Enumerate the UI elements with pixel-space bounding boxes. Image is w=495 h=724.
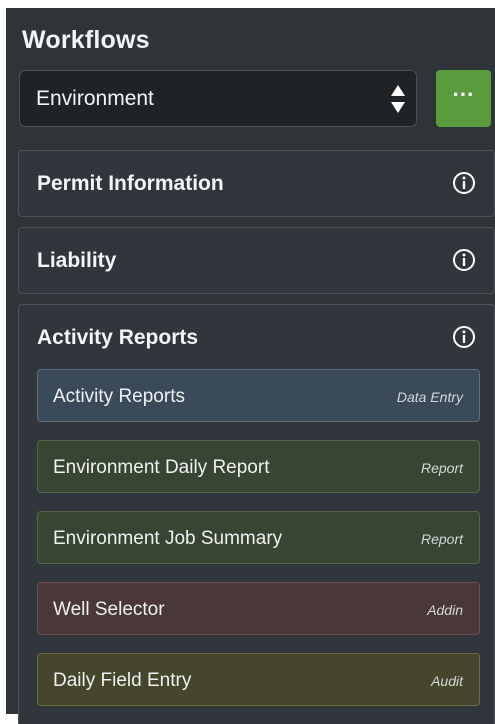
item-label: Well Selector bbox=[53, 599, 165, 620]
workflow-select-value: Environment bbox=[36, 87, 154, 110]
section-title: Permit Information bbox=[37, 172, 224, 195]
item-type-tag: Report bbox=[420, 460, 463, 476]
item-label: Environment Job Summary bbox=[53, 528, 283, 549]
sort-arrows-icon bbox=[391, 85, 405, 113]
info-icon[interactable] bbox=[452, 248, 476, 272]
item-type-tag: Report bbox=[420, 531, 463, 547]
item-type-tag: Audit bbox=[431, 673, 463, 689]
section-title: Liability bbox=[37, 249, 117, 272]
workflow-item-well-selector[interactable]: Well Selector Addin bbox=[37, 582, 480, 635]
more-options-button[interactable]: ··· bbox=[436, 70, 491, 127]
section-activity-reports[interactable]: Activity Reports Activity Reports Data E… bbox=[18, 304, 495, 724]
workflows-panel: Workflows Environment ··· Permit Informa… bbox=[6, 8, 495, 724]
section-title: Activity Reports bbox=[37, 326, 199, 349]
item-type-tag: Data Entry bbox=[396, 389, 463, 405]
item-label: Daily Field Entry bbox=[53, 670, 192, 691]
info-icon[interactable] bbox=[452, 325, 476, 349]
workflow-select[interactable]: Environment bbox=[19, 70, 417, 127]
item-label: Environment Daily Report bbox=[53, 457, 270, 478]
workflow-item-environment-daily-report[interactable]: Environment Daily Report Report bbox=[37, 440, 480, 493]
item-type-tag: Addin bbox=[427, 602, 463, 618]
section-permit-information[interactable]: Permit Information bbox=[18, 150, 495, 217]
item-label: Activity Reports bbox=[53, 386, 185, 407]
workflow-item-activity-reports[interactable]: Activity Reports Data Entry bbox=[37, 369, 480, 422]
info-icon[interactable] bbox=[452, 171, 476, 195]
panel-title: Workflows bbox=[22, 26, 150, 54]
workflow-item-environment-job-summary[interactable]: Environment Job Summary Report bbox=[37, 511, 480, 564]
workflow-item-daily-field-entry[interactable]: Daily Field Entry Audit bbox=[37, 653, 480, 706]
section-liability[interactable]: Liability bbox=[18, 227, 495, 294]
